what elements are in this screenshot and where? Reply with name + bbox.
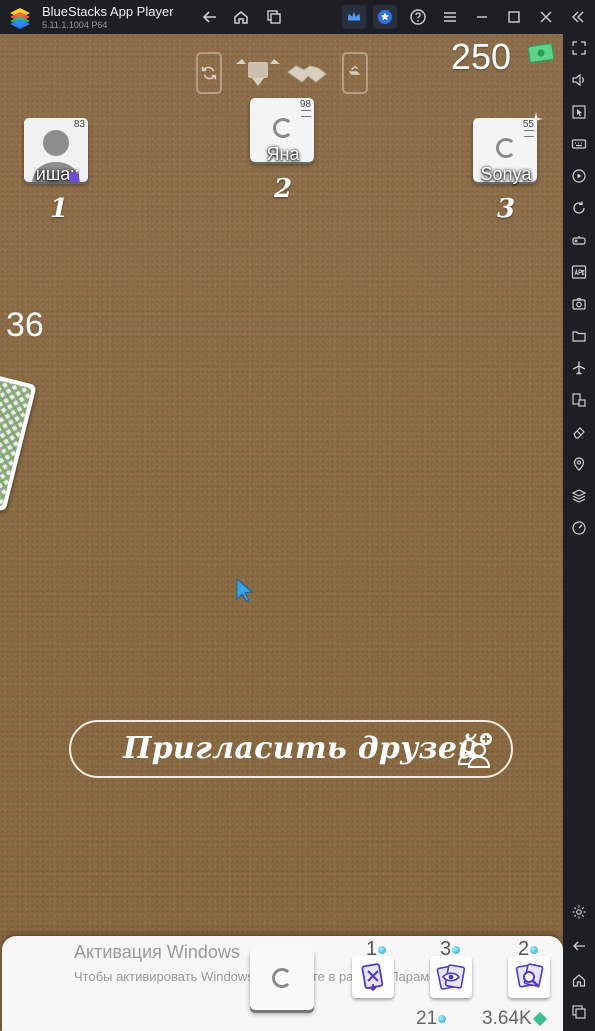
star-badge-icon[interactable] <box>373 5 397 29</box>
right-sidebar <box>563 34 595 1031</box>
coins-stat: 3.64K <box>482 1008 547 1030</box>
transfer-mode-icon <box>234 56 282 90</box>
location-icon[interactable] <box>569 454 589 474</box>
player-card-count: 98 <box>299 99 311 110</box>
keyboard-icon[interactable] <box>569 134 589 154</box>
magnifier-icon <box>515 963 544 988</box>
seat-number-1: 1 <box>50 194 69 224</box>
loading-spinner-icon <box>496 138 516 158</box>
bluestacks-logo-icon <box>8 5 32 29</box>
player-status-icon <box>69 172 79 182</box>
collapse-sidebar-icon[interactable] <box>568 7 588 27</box>
loading-spinner-icon <box>272 968 292 988</box>
player-name: Яна <box>266 144 300 164</box>
install-apk-cursor-icon[interactable] <box>569 102 589 122</box>
deck-count: 36 <box>6 306 44 344</box>
game-table: 250 83 ишак 1 98 Яна 2 55 Sonya 3 36 При… <box>0 34 563 1031</box>
discard-card-icon <box>361 963 384 992</box>
layers-icon[interactable] <box>569 486 589 506</box>
multi-instance-icon[interactable] <box>264 7 284 27</box>
discard-card-button[interactable] <box>352 956 394 998</box>
crown-icon[interactable] <box>342 5 366 29</box>
peek-card-button[interactable] <box>430 956 472 998</box>
reshuffle-mode-icon <box>196 52 222 94</box>
search-card-button[interactable] <box>508 956 550 998</box>
seat-number-2: 2 <box>274 174 293 204</box>
coin-balance: 250 <box>450 36 511 77</box>
menu-lines-icon <box>524 130 534 137</box>
cards-stat: 21 <box>416 1008 447 1030</box>
folder-icon[interactable] <box>569 326 589 346</box>
back-icon[interactable] <box>569 936 589 956</box>
apk-icon[interactable] <box>569 262 589 282</box>
help-icon[interactable] <box>408 7 428 27</box>
recents-icon[interactable] <box>569 1002 589 1022</box>
menu-lines-icon <box>301 110 311 117</box>
player-name: Sonya <box>480 164 532 184</box>
sparkle-icon <box>529 112 543 126</box>
record-icon[interactable] <box>569 166 589 186</box>
game-mode-icons <box>196 52 368 94</box>
invite-friends-label: Пригласить друзей <box>123 731 480 766</box>
player-card-count: 83 <box>73 119 85 130</box>
loading-spinner-icon <box>273 118 293 138</box>
menu-icon[interactable] <box>440 7 460 27</box>
resize-icon[interactable] <box>569 390 589 410</box>
minimize-icon[interactable] <box>472 7 492 27</box>
cards-mode-icon <box>342 52 368 94</box>
my-avatar-card[interactable] <box>250 948 314 1010</box>
home-nav-icon[interactable] <box>569 970 589 990</box>
airplane-icon[interactable] <box>569 358 589 378</box>
peek-eye-icon <box>436 964 466 990</box>
title-bar: BlueStacks App Player 5.11.1.1004 P64 <box>0 0 595 34</box>
screenshot-icon[interactable] <box>569 294 589 314</box>
app-version: 5.11.1.1004 P64 <box>42 20 108 30</box>
rotate-icon[interactable] <box>569 198 589 218</box>
home-icon[interactable] <box>231 7 251 27</box>
add-friends-icon <box>457 732 495 768</box>
speed-icon[interactable] <box>569 518 589 538</box>
app-title: BlueStacks App Player <box>42 4 174 19</box>
handshake-mode-icon <box>286 58 328 88</box>
invite-friends-button[interactable]: Пригласить друзей <box>69 720 513 778</box>
money-icon[interactable] <box>527 42 555 64</box>
seat-number-3: 3 <box>497 194 516 224</box>
player-name: ишак <box>35 164 79 184</box>
bottom-toolbar: Активация Windows Чтобы активировать Win… <box>2 936 563 1031</box>
fullscreen-icon[interactable] <box>569 38 589 58</box>
gamepad-icon[interactable] <box>569 230 589 250</box>
card-deck <box>0 370 37 512</box>
eraser-icon[interactable] <box>569 422 589 442</box>
maximize-icon[interactable] <box>504 7 524 27</box>
back-arrow-icon[interactable] <box>200 7 220 27</box>
mouse-cursor-icon <box>236 577 254 603</box>
volume-icon[interactable] <box>569 70 589 90</box>
settings-icon[interactable] <box>569 902 589 922</box>
close-icon[interactable] <box>536 7 556 27</box>
